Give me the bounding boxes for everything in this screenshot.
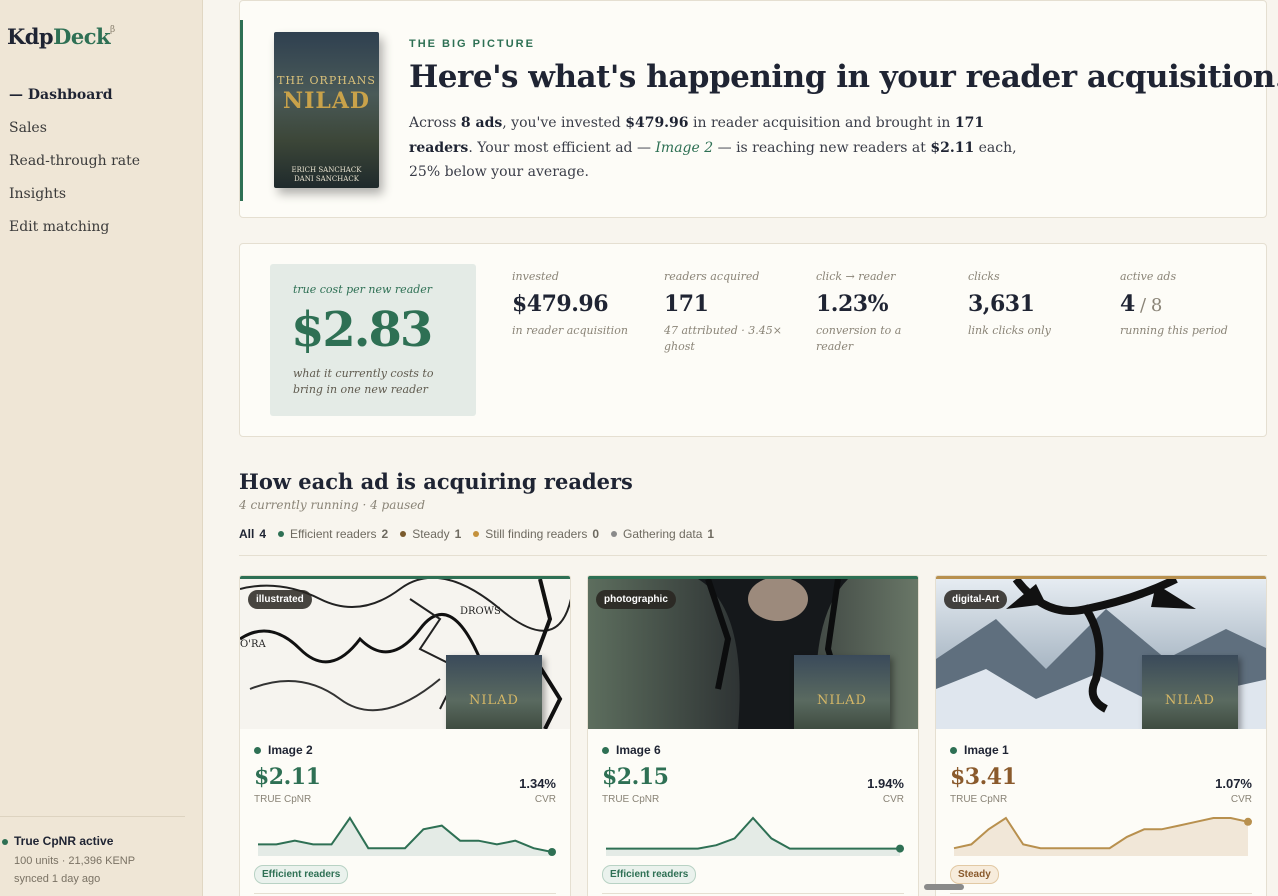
cpnr-value: $2.11: [254, 764, 321, 790]
brand-main: Kdp: [7, 24, 54, 49]
cvr-label: CVR: [882, 794, 904, 805]
creative-style-tag: illustrated: [248, 590, 312, 609]
sparkline-endpoint: [548, 848, 556, 856]
gathering-dot-icon: [611, 531, 618, 537]
sync-status: True CpNR active 100 units · 21,396 KENP…: [0, 816, 185, 885]
status-dot-icon: [2, 839, 8, 845]
creative-style-tag: photographic: [596, 590, 676, 609]
stat-conversion: click → reader 1.23% conversion to a reade…: [816, 270, 902, 353]
still-finding-dot-icon: [473, 531, 480, 537]
brand-accent: Deck: [53, 24, 111, 49]
filter-still-finding[interactable]: Still finding readers 0: [473, 527, 599, 541]
book-mini-cover: NILAD: [1142, 655, 1238, 729]
ads-section-title: How each ad is acquiring readers: [239, 469, 633, 494]
brand-logo[interactable]: KdpDeckβ: [7, 24, 115, 49]
creative-style-tag: digital-Art: [944, 590, 1008, 609]
top-ad-link[interactable]: Image 2: [655, 140, 713, 156]
stats-panel: true cost per new reader $2.83 what it c…: [239, 243, 1267, 437]
horizontal-scrollbar[interactable]: [924, 884, 964, 890]
status-dot-icon: [254, 746, 261, 754]
status-badge: Steady: [950, 865, 999, 884]
filter-gathering[interactable]: Gathering data 1: [611, 527, 714, 541]
ad-creative-image: DROWS O'RA illustrated NILAD: [240, 579, 570, 729]
beta-badge: β: [110, 25, 115, 35]
status-label: True CpNR active: [14, 834, 114, 848]
efficient-dot-icon: [278, 531, 285, 537]
status-dot-icon: [602, 746, 609, 754]
hero-summary: Across 8 ads, you've invested $479.96 in…: [409, 115, 1017, 180]
sidebar-nav: — Dashboard Sales Read-through rate Insi…: [9, 86, 140, 251]
big-picture-panel: THE ORPHANS NILAD ERICH SANCHACK DANI SAN…: [239, 0, 1278, 218]
book-cover-image: THE ORPHANS NILAD ERICH SANCHACK DANI SAN…: [274, 32, 379, 188]
ads-section-subtitle: 4 currently running · 4 paused: [239, 498, 426, 512]
sparkline-endpoint: [1244, 817, 1252, 826]
book-mini-cover: NILAD: [446, 655, 542, 729]
filter-steady[interactable]: Steady 1: [400, 527, 461, 541]
ad-creative-image: photographic NILAD: [588, 579, 918, 729]
cvr-value: 1.34%: [519, 776, 556, 791]
status-dot-icon: [950, 746, 957, 754]
nav-sales[interactable]: Sales: [9, 119, 140, 152]
ad-filter-bar: All 4 Efficient readers 2 Steady 1 Still fi…: [239, 527, 726, 541]
true-cost-desc: what it currently costs to bring in one …: [293, 367, 434, 396]
nav-read-through-rate[interactable]: Read-through rate: [9, 152, 140, 185]
stat-readers: readers acquired 171 47 attributed · 3.45×…: [664, 270, 782, 353]
section-divider: [239, 555, 1267, 556]
nav-edit-matching[interactable]: Edit matching: [9, 218, 140, 251]
cvr-value: 1.94%: [867, 776, 904, 791]
svg-text:O'RA: O'RA: [240, 639, 266, 650]
cvr-value: 1.07%: [1215, 776, 1252, 791]
steady-dot-icon: [400, 531, 407, 537]
nav-dashboard[interactable]: — Dashboard: [9, 86, 140, 119]
ad-card-image-6[interactable]: photographic NILAD Image 6 $2.15 TRUE Cp…: [587, 575, 919, 896]
trend-sparkline: [258, 816, 556, 856]
cover-authors: ERICH SANCHACK DANI SANCHACK: [291, 166, 362, 183]
sparkline-endpoint: [896, 844, 904, 853]
ad-name: Image 1: [950, 743, 1009, 757]
cpnr-label: TRUE CpNR: [254, 794, 312, 805]
sparkline-area: [258, 818, 552, 856]
cvr-label: CVR: [1230, 794, 1252, 805]
status-units: 100 units · 21,396 KENP: [14, 855, 136, 867]
ad-card-image-1[interactable]: digital-Art NILAD Image 1 $3.41 TRUE CpN…: [935, 575, 1267, 896]
status-badge: Efficient readers: [602, 865, 697, 884]
true-cost-label: true cost per new reader: [293, 283, 433, 296]
nav-insights[interactable]: Insights: [9, 185, 140, 218]
filter-efficient[interactable]: Efficient readers 2: [278, 527, 388, 541]
book-mini-cover: NILAD: [794, 655, 890, 729]
true-cost-card: true cost per new reader $2.83 what it c…: [270, 264, 476, 416]
ad-card-image-2[interactable]: DROWS O'RA illustrated NILAD Image 2 $2.…: [239, 575, 571, 896]
cover-title-top: THE ORPHANS: [277, 74, 376, 87]
hero-accent-bar: [240, 20, 243, 201]
stat-active-ads: active ads 4 / 8 running this period: [1120, 270, 1228, 337]
hero-eyebrow: THE BIG PICTURE: [409, 38, 535, 50]
ad-name: Image 6: [602, 743, 661, 757]
cpnr-label: TRUE CpNR: [602, 794, 660, 805]
true-cost-value: $2.83: [291, 302, 433, 358]
cpnr-label: TRUE CpNR: [950, 794, 1008, 805]
trend-sparkline: [606, 816, 904, 856]
trend-sparkline: [953, 816, 1252, 856]
ad-name: Image 2: [254, 743, 313, 757]
ad-creative-image: digital-Art NILAD: [936, 579, 1266, 729]
sparkline-area: [606, 818, 900, 856]
sidebar: KdpDeckβ — Dashboard Sales Read-through …: [0, 0, 203, 896]
cvr-label: CVR: [534, 794, 556, 805]
filter-all[interactable]: All 4: [239, 527, 266, 541]
hero-title: Here's what's happening in your reader a…: [409, 59, 1278, 95]
stat-clicks: clicks 3,631 link clicks only: [968, 270, 1051, 337]
cpnr-value: $3.41: [950, 764, 1017, 790]
svg-text:DROWS: DROWS: [460, 606, 501, 617]
status-badge: Efficient readers: [254, 865, 349, 884]
stat-invested: invested $479.96 in reader acquisition: [512, 270, 628, 337]
status-synced: synced 1 day ago: [14, 873, 101, 885]
cpnr-value: $2.15: [602, 764, 669, 790]
cover-title-main: NILAD: [282, 88, 371, 114]
